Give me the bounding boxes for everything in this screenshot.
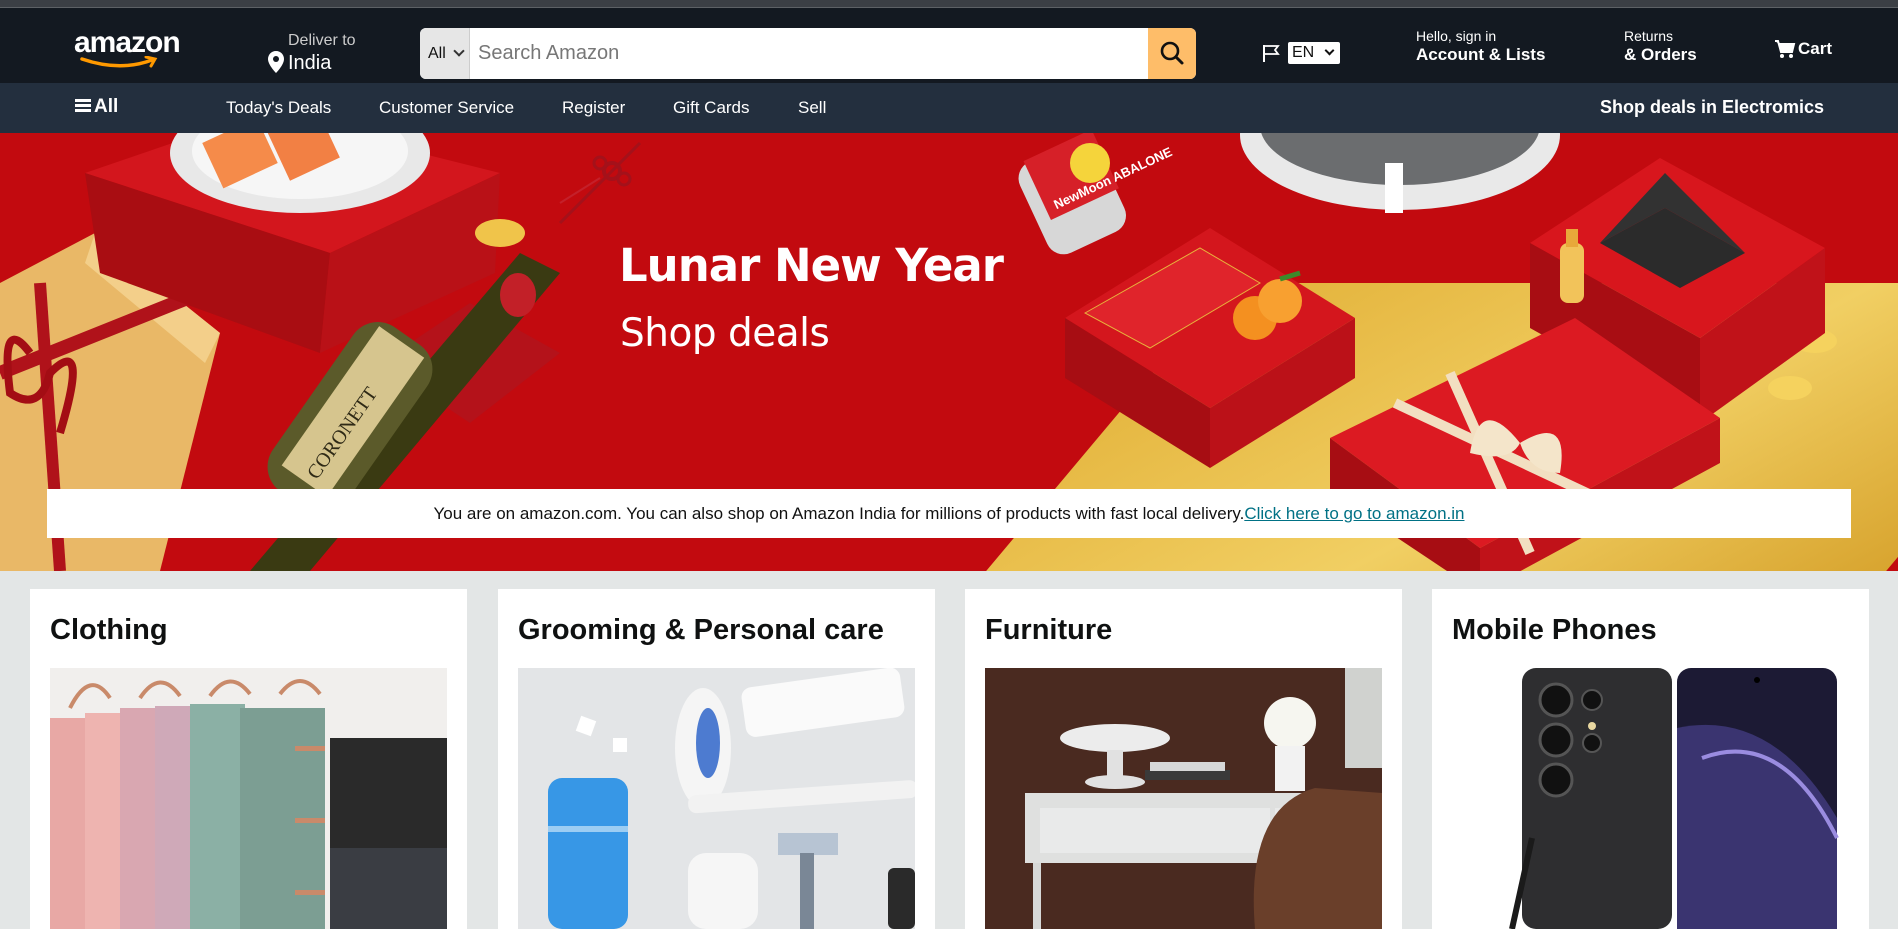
nav-promo-link[interactable]: Shop deals in Electromics: [1600, 97, 1824, 118]
chevron-down-icon: [1324, 45, 1335, 56]
language-box: EN: [1288, 42, 1340, 64]
locale-notice: You are on amazon.com. You can also shop…: [47, 489, 1851, 538]
cart-icon: [1775, 40, 1796, 58]
gold-ingot: [1768, 376, 1812, 400]
browser-top-strip: [0, 0, 1898, 8]
search-button[interactable]: [1148, 28, 1196, 79]
nav-item-customer-service[interactable]: Customer Service: [379, 98, 514, 118]
all-menu-label: All: [94, 96, 119, 117]
flag-icon: [1263, 45, 1280, 62]
nav-item-sell[interactable]: Sell: [798, 98, 826, 118]
orders-label: & Orders: [1624, 45, 1697, 64]
deliver-to[interactable]: Deliver to India: [266, 22, 386, 74]
notice-text: You are on amazon.com. You can also shop…: [433, 504, 1245, 523]
card-image-grooming[interactable]: [518, 668, 915, 929]
logo-text: amazon: [74, 26, 181, 59]
robot-vacuum: [1240, 133, 1560, 213]
nav-item-todays-deals[interactable]: Today's Deals: [226, 98, 331, 118]
phone-image: [1452, 668, 1849, 929]
card-image-mobile-phones[interactable]: [1452, 668, 1849, 929]
all-menu-button[interactable]: All: [75, 96, 118, 118]
account-label: Account & Lists: [1416, 45, 1546, 64]
hamburger-icon: [75, 99, 91, 113]
account-greeting: Hello, sign in: [1416, 28, 1497, 44]
chevron-down-icon: [453, 45, 465, 57]
can-product: NewMoon ABALONE: [1018, 133, 1175, 255]
location-pin-icon: [268, 51, 284, 73]
category-card-grooming[interactable]: Grooming & Personal care: [498, 589, 935, 929]
returns-orders[interactable]: Returns & Orders: [1624, 28, 1697, 65]
hero-subtitle: Shop deals: [620, 311, 830, 356]
amazon-logo[interactable]: amazon: [74, 28, 184, 68]
card-image-furniture[interactable]: [985, 668, 1382, 929]
search-category-select[interactable]: All: [420, 28, 470, 79]
card-title: Furniture: [985, 614, 1113, 646]
furniture-image: [985, 668, 1382, 929]
search-icon: [1160, 41, 1184, 65]
logo-smile-icon: [80, 56, 158, 68]
card-title: Mobile Phones: [1452, 614, 1657, 646]
knot-ornament: [558, 141, 642, 225]
category-card-clothing[interactable]: Clothing: [30, 589, 467, 929]
site-header: amazon Deliver to India All Search Amazo…: [0, 8, 1898, 83]
returns-label: Returns: [1624, 28, 1674, 44]
red-envelope-box: [1065, 228, 1355, 468]
deliver-to-location: India: [288, 52, 332, 74]
clothing-image: [50, 668, 447, 929]
category-card-mobile-phones[interactable]: Mobile Phones: [1432, 589, 1869, 929]
deliver-to-label: Deliver to: [288, 32, 356, 49]
card-image-clothing[interactable]: [50, 668, 447, 929]
language-value: EN: [1292, 44, 1315, 61]
category-card-furniture[interactable]: Furniture: [965, 589, 1402, 929]
language-selector[interactable]: EN: [1261, 34, 1341, 70]
card-title: Grooming & Personal care: [518, 614, 884, 646]
notice-link[interactable]: Click here to go to amazon.in: [1244, 504, 1464, 523]
nav-item-register[interactable]: Register: [562, 98, 625, 118]
search-input[interactable]: [472, 28, 1126, 79]
gold-ingot: [475, 219, 525, 247]
search-bar: All: [420, 28, 1196, 79]
search-category-value: All: [428, 45, 446, 62]
nav-item-gift-cards[interactable]: Gift Cards: [673, 98, 750, 118]
nav-bar: All Today's Deals Customer Service Regis…: [0, 83, 1898, 133]
account-lists[interactable]: Hello, sign in Account & Lists: [1416, 28, 1545, 65]
cart-label: Cart: [1798, 39, 1833, 58]
card-title: Clothing: [50, 614, 168, 646]
hero-title: Lunar New Year: [619, 239, 1004, 292]
grooming-image: [518, 668, 915, 929]
